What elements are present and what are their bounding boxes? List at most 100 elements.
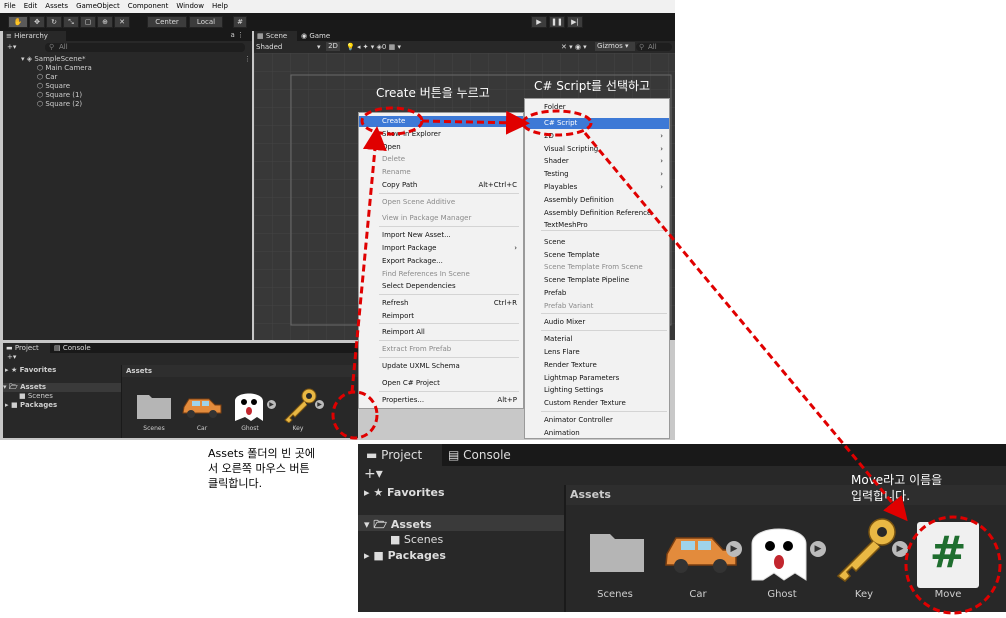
tab-project[interactable]: ▬ Project: [3, 343, 50, 353]
folder-icon[interactable]: [137, 391, 171, 419]
csharp-script-icon[interactable]: #: [917, 522, 979, 588]
tab-console-zoom[interactable]: ▤ Console: [448, 444, 532, 466]
submenu-item[interactable]: Material: [525, 334, 669, 345]
context-menu-item[interactable]: Properties... Alt+P: [359, 395, 523, 406]
submenu-item[interactable]: Playables ›: [525, 182, 669, 193]
submenu-item[interactable]: Prefab: [525, 288, 669, 299]
context-menu-item[interactable]: Export Package...: [359, 256, 523, 267]
context-menu-item[interactable]: Reimport: [359, 311, 523, 322]
add-asset-button[interactable]: +▾: [7, 353, 16, 361]
hierarchy-item[interactable]: ⬡ Square: [37, 82, 70, 91]
add-asset-button[interactable]: +▾: [364, 466, 383, 482]
context-menu-item[interactable]: Show in Explorer: [359, 129, 523, 140]
submenu-item[interactable]: Folder: [525, 102, 669, 113]
submenu-item[interactable]: Lens Flare: [525, 347, 669, 358]
pivot-center-button[interactable]: Center: [147, 16, 187, 28]
rect-tool-button[interactable]: ▢: [80, 16, 96, 28]
context-menu-item[interactable]: Reimport All: [359, 327, 523, 338]
menu-help[interactable]: Help: [208, 0, 232, 13]
submenu-item[interactable]: Scene Template: [525, 250, 669, 261]
tab-console[interactable]: ▤ Console: [51, 343, 98, 353]
favorites-row[interactable]: ▸ ★ Favorites: [364, 486, 445, 499]
menu-window[interactable]: Window: [172, 0, 208, 13]
play-preview-icon[interactable]: ▶: [315, 400, 324, 409]
key-icon[interactable]: [830, 516, 900, 582]
packages-row[interactable]: ▸ ■ Packages: [5, 401, 57, 410]
play-preview-icon[interactable]: ▶: [726, 541, 742, 557]
ghost-icon[interactable]: [746, 516, 812, 582]
submenu-item[interactable]: Shader ›: [525, 156, 669, 167]
context-menu-item[interactable]: Update UXML Schema: [359, 361, 523, 372]
custom-tool-button[interactable]: ✕: [114, 16, 130, 28]
menu-edit[interactable]: Edit: [20, 0, 42, 13]
submenu-item[interactable]: Scene: [525, 237, 669, 248]
context-menu-item[interactable]: Create ›: [359, 116, 523, 127]
context-menu-item[interactable]: Import Package ›: [359, 243, 523, 254]
scene-menu-icon[interactable]: ⋮: [244, 55, 251, 63]
add-object-button[interactable]: +▾: [7, 43, 16, 51]
hierarchy-scene-row[interactable]: ▾ ◈ SampleScene*: [21, 55, 85, 64]
hierarchy-search-input[interactable]: ⚲ All: [45, 43, 245, 52]
grid-snap-button[interactable]: #: [233, 16, 247, 28]
hierarchy-item[interactable]: ⬡ Main Camera: [37, 64, 92, 73]
assets-row[interactable]: ▾ 🗁 Assets: [3, 383, 121, 392]
menu-assets[interactable]: Assets: [41, 0, 72, 13]
context-menu-item[interactable]: Refresh Ctrl+R: [359, 298, 523, 309]
context-menu-item[interactable]: Open: [359, 142, 523, 153]
move-tool-button[interactable]: ✥: [29, 16, 45, 28]
tools-icon[interactable]: ✕ ▾ ◉ ▾: [561, 43, 587, 51]
submenu-item[interactable]: Testing ›: [525, 169, 669, 180]
key-icon[interactable]: [279, 387, 319, 423]
context-menu-item[interactable]: Import New Asset...: [359, 230, 523, 241]
shading-mode-dropdown[interactable]: Shaded: [256, 43, 282, 51]
2d-toggle[interactable]: 2D: [326, 42, 340, 51]
hierarchy-item[interactable]: ⬡ Square (2): [37, 100, 82, 109]
submenu-item[interactable]: Visual Scripting ›: [525, 144, 669, 155]
submenu-item[interactable]: Render Texture: [525, 360, 669, 371]
tab-project-zoom[interactable]: ▬ Project: [358, 444, 442, 466]
submenu-item[interactable]: Custom Render Texture: [525, 398, 669, 409]
context-menu-item[interactable]: Copy Path Alt+Ctrl+C: [359, 180, 523, 191]
scenes-row[interactable]: ■ Scenes: [390, 533, 443, 546]
submenu-item[interactable]: Assembly Definition Reference: [525, 208, 669, 219]
transform-tool-button[interactable]: ⊕: [97, 16, 113, 28]
context-menu-item[interactable]: Select Dependencies: [359, 281, 523, 292]
submenu-item[interactable]: Lightmap Parameters: [525, 373, 669, 384]
submenu-item[interactable]: Scene Template Pipeline: [525, 275, 669, 286]
submenu-item[interactable]: 2D ›: [525, 131, 669, 142]
submenu-item[interactable]: Lighting Settings: [525, 385, 669, 396]
hierarchy-item[interactable]: ⬡ Car: [37, 73, 57, 82]
rotate-tool-button[interactable]: ↻: [46, 16, 62, 28]
scenes-row[interactable]: ■ Scenes: [19, 392, 53, 401]
submenu-item[interactable]: C# Script: [525, 118, 669, 129]
packages-row[interactable]: ▸ ■ Packages: [364, 549, 446, 562]
favorites-row[interactable]: ▸ ★ Favorites: [5, 366, 56, 375]
lock-icon[interactable]: a ⋮: [230, 31, 244, 39]
context-menu-item[interactable]: Open C# Project: [359, 378, 523, 389]
play-preview-icon[interactable]: ▶: [892, 541, 908, 557]
hand-tool-button[interactable]: ✋: [8, 16, 28, 28]
lighting-icon[interactable]: 💡 ◂ ✦ ▾ ◈0 ▦ ▾: [346, 43, 401, 51]
submenu-item[interactable]: Assembly Definition: [525, 195, 669, 206]
play-button[interactable]: ▶: [531, 16, 547, 28]
new-script-name-field[interactable]: Move: [908, 589, 988, 600]
folder-icon[interactable]: [590, 528, 644, 572]
space-local-button[interactable]: Local: [189, 16, 223, 28]
scene-search-input[interactable]: ⚲ All: [636, 43, 672, 51]
menu-file[interactable]: File: [0, 0, 20, 13]
tab-game[interactable]: ◉ Game: [298, 31, 341, 41]
submenu-item[interactable]: Animator Controller: [525, 415, 669, 426]
play-preview-icon[interactable]: ▶: [810, 541, 826, 557]
submenu-item[interactable]: Audio Mixer: [525, 317, 669, 328]
car-icon[interactable]: [181, 393, 223, 419]
submenu-item[interactable]: Animation: [525, 428, 669, 439]
menu-gameobject[interactable]: GameObject: [72, 0, 124, 13]
menu-component[interactable]: Component: [124, 0, 173, 13]
step-button[interactable]: ▶|: [567, 16, 583, 28]
pause-button[interactable]: ❚❚: [549, 16, 565, 28]
tab-scene[interactable]: ▦ Scene: [254, 31, 297, 41]
hierarchy-item[interactable]: ⬡ Square (1): [37, 91, 82, 100]
tab-hierarchy[interactable]: ≡ Hierarchy: [3, 31, 66, 41]
scale-tool-button[interactable]: ⤡: [63, 16, 79, 28]
ghost-icon[interactable]: [231, 385, 267, 423]
